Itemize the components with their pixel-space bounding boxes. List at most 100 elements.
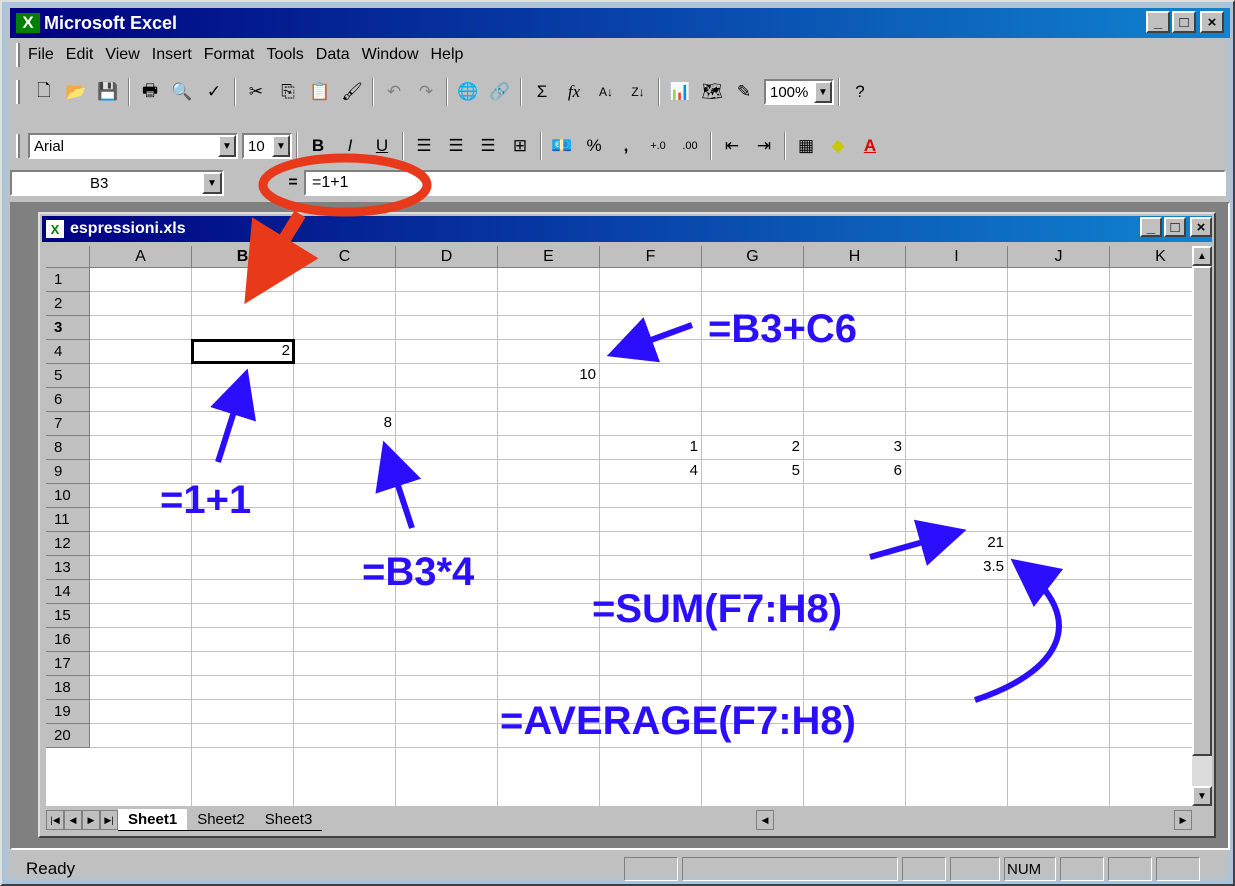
maximize-button[interactable]: □ <box>1164 217 1186 237</box>
web-icon[interactable]: 🌐 <box>454 78 482 106</box>
sort-descending-icon[interactable]: Z↓ <box>624 78 652 106</box>
column-header-j[interactable]: J <box>1008 246 1110 268</box>
edit-formula-button[interactable]: = <box>282 174 304 192</box>
row-header-20[interactable]: 20 <box>46 724 90 748</box>
autosum-icon[interactable]: Σ <box>528 78 556 106</box>
row-header-19[interactable]: 19 <box>46 700 90 724</box>
menu-view[interactable]: View <box>105 46 139 64</box>
prev-sheet-icon[interactable]: ◀ <box>64 810 82 830</box>
minimize-button[interactable]: _ <box>1146 11 1170 33</box>
column-header-h[interactable]: H <box>804 246 906 268</box>
hscroll-left-icon[interactable]: ◀ <box>756 810 774 830</box>
decrease-indent-icon[interactable]: ⇤ <box>718 132 746 160</box>
zoom-combo[interactable]: 100% ▼ <box>764 79 834 105</box>
print-preview-icon[interactable]: 🔍 <box>168 78 196 106</box>
increase-indent-icon[interactable]: ⇥ <box>750 132 778 160</box>
cell-i11[interactable]: 3.5 <box>906 556 1008 576</box>
row-header-7[interactable]: 7 <box>46 412 90 436</box>
comma-icon[interactable]: , <box>612 132 640 160</box>
cut-icon[interactable]: ✂ <box>242 78 270 106</box>
column-header-b[interactable]: B <box>192 246 294 268</box>
row-header-5[interactable]: 5 <box>46 364 90 388</box>
close-button[interactable]: × <box>1200 11 1224 33</box>
scroll-thumb[interactable] <box>1192 266 1212 756</box>
increase-decimal-icon[interactable]: +.0 <box>644 132 672 160</box>
decrease-decimal-icon[interactable]: .00 <box>676 132 704 160</box>
column-header-e[interactable]: E <box>498 246 600 268</box>
italic-icon[interactable]: I <box>336 132 364 160</box>
tab-sheet2[interactable]: Sheet2 <box>187 809 255 831</box>
menu-tools[interactable]: Tools <box>266 46 303 64</box>
tab-sheet3[interactable]: Sheet3 <box>254 809 323 831</box>
column-header-d[interactable]: D <box>396 246 498 268</box>
row-header-8[interactable]: 8 <box>46 436 90 460</box>
open-icon[interactable]: 📂 <box>62 78 90 106</box>
menu-help[interactable]: Help <box>431 46 464 64</box>
font-color-icon[interactable]: A <box>856 132 884 160</box>
merge-center-icon[interactable]: ⊞ <box>506 132 534 160</box>
chart-wizard-icon[interactable]: 📊 <box>666 78 694 106</box>
currency-icon[interactable]: 💶 <box>548 132 576 160</box>
cell-g7[interactable]: 2 <box>702 436 804 456</box>
chevron-down-icon[interactable]: ▼ <box>272 135 290 157</box>
row-header-2[interactable]: 2 <box>46 292 90 316</box>
column-header-g[interactable]: G <box>702 246 804 268</box>
next-sheet-icon[interactable]: ▶ <box>82 810 100 830</box>
menu-window[interactable]: Window <box>362 46 419 64</box>
row-header-6[interactable]: 6 <box>46 388 90 412</box>
menu-insert[interactable]: Insert <box>152 46 192 64</box>
row-header-16[interactable]: 16 <box>46 628 90 652</box>
office-assistant-icon[interactable]: ? <box>846 78 874 106</box>
function-icon[interactable]: fx <box>560 78 588 106</box>
hyperlink-icon[interactable]: 🔗 <box>486 78 514 106</box>
row-header-17[interactable]: 17 <box>46 652 90 676</box>
cell-f8[interactable]: 4 <box>600 460 702 480</box>
borders-icon[interactable]: ▦ <box>792 132 820 160</box>
column-header-i[interactable]: I <box>906 246 1008 268</box>
last-sheet-icon[interactable]: ▶| <box>100 810 118 830</box>
row-header-15[interactable]: 15 <box>46 604 90 628</box>
sort-ascending-icon[interactable]: A↓ <box>592 78 620 106</box>
save-icon[interactable]: 💾 <box>94 78 122 106</box>
row-header-10[interactable]: 10 <box>46 484 90 508</box>
column-header-f[interactable]: F <box>600 246 702 268</box>
align-center-icon[interactable]: ☰ <box>442 132 470 160</box>
scroll-down-icon[interactable]: ▼ <box>1192 786 1212 806</box>
column-header-a[interactable]: A <box>90 246 192 268</box>
print-icon[interactable]: 🖶 <box>136 78 164 106</box>
spelling-icon[interactable]: ✓ <box>200 78 228 106</box>
cell-h7[interactable]: 3 <box>804 436 906 456</box>
align-right-icon[interactable]: ☰ <box>474 132 502 160</box>
first-sheet-icon[interactable]: |◀ <box>46 810 64 830</box>
align-left-icon[interactable]: ☰ <box>410 132 438 160</box>
row-header-13[interactable]: 13 <box>46 556 90 580</box>
cell-e4[interactable]: 10 <box>498 364 600 384</box>
underline-icon[interactable]: U <box>368 132 396 160</box>
cell-i10[interactable]: 21 <box>906 532 1008 552</box>
row-header-1[interactable]: 1 <box>46 268 90 292</box>
row-header-3[interactable]: 3 <box>46 316 90 340</box>
cell-g8[interactable]: 5 <box>702 460 804 480</box>
row-header-9[interactable]: 9 <box>46 460 90 484</box>
format-painter-icon[interactable]: 🖌 <box>338 78 366 106</box>
menu-data[interactable]: Data <box>316 46 350 64</box>
name-box[interactable]: B3 ▼ <box>10 170 224 196</box>
row-header-18[interactable]: 18 <box>46 676 90 700</box>
maximize-button[interactable]: □ <box>1172 11 1196 33</box>
tab-sheet1[interactable]: Sheet1 <box>118 809 188 831</box>
row-header-4[interactable]: 4 <box>46 340 90 364</box>
menu-file[interactable]: File <box>28 46 54 64</box>
redo-icon[interactable]: ↷ <box>412 78 440 106</box>
font-size-combo[interactable]: 10 ▼ <box>242 133 292 159</box>
undo-icon[interactable]: ↶ <box>380 78 408 106</box>
chevron-down-icon[interactable]: ▼ <box>218 135 236 157</box>
column-header-c[interactable]: C <box>294 246 396 268</box>
map-icon[interactable]: 🗺 <box>698 78 726 106</box>
column-header-k[interactable]: K <box>1110 246 1192 268</box>
row-header-11[interactable]: 11 <box>46 508 90 532</box>
drawing-icon[interactable]: ✎ <box>730 78 758 106</box>
cell-c6[interactable]: 8 <box>294 412 396 432</box>
menu-edit[interactable]: Edit <box>66 46 94 64</box>
font-combo[interactable]: Arial ▼ <box>28 133 238 159</box>
new-icon[interactable]: 🗋 <box>30 78 58 106</box>
